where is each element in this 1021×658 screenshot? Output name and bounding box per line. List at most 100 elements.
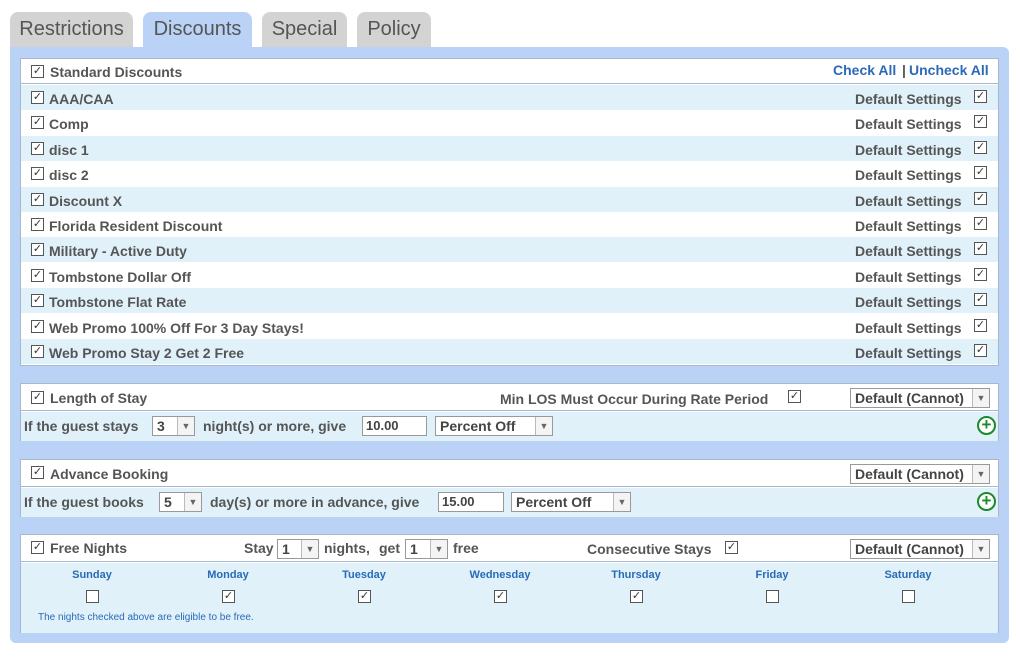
standard-discounts-checkbox[interactable]: ✓ (31, 65, 44, 78)
discount-checkbox[interactable]: ✓ (31, 268, 44, 282)
los-type-select[interactable]: Percent Off ▼ (435, 416, 553, 436)
min-los-checkbox[interactable]: ✓ (788, 390, 801, 403)
day-checkbox-friday[interactable] (766, 590, 779, 603)
discount-row: ✓ Comp Default Settings ✓ (21, 110, 998, 135)
default-settings-label: Default Settings (855, 345, 962, 361)
discount-checkbox[interactable]: ✓ (31, 243, 44, 257)
get-nights-value: 1 (410, 541, 418, 557)
day-label-wednesday: Wednesday (469, 569, 531, 581)
default-settings-checkbox[interactable]: ✓ (974, 293, 987, 307)
default-settings-checkbox[interactable]: ✓ (974, 217, 987, 230)
default-settings-checkbox[interactable]: ✓ (974, 115, 987, 129)
get-nights-select[interactable]: 1 ▼ (405, 539, 448, 559)
discount-label: disc 1 (49, 141, 89, 158)
free-label: free (453, 540, 479, 556)
los-nights-value: 3 (157, 418, 165, 434)
default-settings-checkbox[interactable]: ✓ (974, 267, 987, 281)
default-settings-label: Default Settings (855, 91, 962, 107)
day-checkbox-thursday[interactable]: ✓ (630, 590, 643, 603)
discount-checkbox[interactable]: ✓ (31, 116, 44, 130)
discount-row: ✓ disc 2 Default Settings ✓ (21, 161, 998, 186)
discount-checkbox[interactable]: ✓ (31, 218, 44, 231)
los-middle-label: night(s) or more, give (203, 418, 347, 434)
advance-booking-checkbox[interactable]: ✓ (31, 466, 44, 479)
day-checkbox-tuesday[interactable]: ✓ (358, 590, 371, 603)
day-checkbox-monday[interactable]: ✓ (222, 590, 235, 603)
ab-type-select[interactable]: Percent Off ▼ (511, 492, 631, 512)
add-los-rule-icon[interactable]: + (977, 416, 996, 435)
los-type-value: Percent Off (440, 418, 516, 434)
day-checkbox-sunday[interactable] (86, 590, 99, 603)
consecutive-stays-checkbox[interactable]: ✓ (725, 541, 738, 554)
tab-discounts[interactable]: Discounts (143, 12, 252, 50)
tab-special[interactable]: Special (262, 12, 347, 48)
length-of-stay-policy-select[interactable]: Default (Cannot) ▼ (850, 388, 990, 408)
discount-label: Tombstone Dollar Off (49, 268, 192, 285)
default-settings-label: Default Settings (855, 294, 962, 311)
default-settings-checkbox[interactable]: ✓ (974, 140, 987, 154)
day-label-thursday: Thursday (611, 569, 661, 581)
discount-label: Comp (49, 116, 89, 133)
discount-row: ✓ Military - Active Duty Default Settings ✓ (21, 237, 998, 263)
check-all-link[interactable]: Check All (833, 62, 896, 78)
chevron-down-icon: ▼ (430, 540, 447, 558)
discount-row: ✓ Web Promo Stay 2 Get 2 Free Default Sett… (21, 339, 998, 364)
default-settings-label: Default Settings (855, 319, 962, 336)
ab-middle-label: day(s) or more in advance, give (210, 494, 420, 510)
chevron-down-icon: ▼ (972, 540, 989, 558)
los-nights-select[interactable]: 3 ▼ (152, 416, 195, 436)
discount-label: Tombstone Flat Rate (49, 294, 187, 311)
discount-label: Web Promo 100% Off For 3 Day Stays! (49, 319, 304, 336)
default-settings-checkbox[interactable]: ✓ (974, 344, 987, 357)
add-advance-booking-rule-icon[interactable]: + (977, 492, 996, 511)
discount-checkbox[interactable]: ✓ (31, 319, 44, 333)
default-settings-label: Default Settings (855, 116, 962, 133)
los-amount-input[interactable]: 10.00 (362, 416, 427, 436)
advance-booking-header: ✓ Advance Booking Default (Cannot) ▼ (21, 460, 998, 487)
discount-checkbox[interactable]: ✓ (31, 345, 44, 358)
standard-discounts-title: Standard Discounts (50, 64, 183, 80)
discount-checkbox[interactable]: ✓ (31, 192, 44, 206)
free-nights-checkbox[interactable]: ✓ (31, 541, 44, 554)
day-label-monday: Monday (207, 569, 249, 581)
length-of-stay-checkbox[interactable]: ✓ (31, 391, 44, 404)
chevron-down-icon: ▼ (972, 389, 989, 407)
day-label-saturday: Saturday (884, 569, 932, 581)
ab-amount-input[interactable]: 15.00 (438, 492, 504, 512)
ab-days-value: 5 (164, 494, 172, 510)
discount-label: Florida Resident Discount (49, 218, 223, 234)
default-settings-checkbox[interactable]: ✓ (974, 242, 987, 256)
stay-nights-select[interactable]: 1 ▼ (277, 539, 319, 559)
day-checkbox-wednesday[interactable]: ✓ (494, 590, 507, 603)
default-settings-checkbox[interactable]: ✓ (974, 191, 987, 205)
day-checkbox-saturday[interactable] (902, 590, 915, 603)
discount-label: disc 2 (49, 167, 89, 184)
min-los-label: Min LOS Must Occur During Rate Period (500, 391, 769, 407)
default-settings-checkbox[interactable]: ✓ (974, 90, 987, 103)
ab-days-select[interactable]: 5 ▼ (159, 492, 202, 512)
discount-row: ✓ Web Promo 100% Off For 3 Day Stays! Defa… (21, 314, 998, 339)
advance-booking-policy-select[interactable]: Default (Cannot) ▼ (850, 464, 990, 484)
ab-type-value: Percent Off (516, 494, 592, 510)
free-nights-note: The nights checked above are eligible to… (38, 612, 254, 623)
chevron-down-icon: ▼ (177, 417, 194, 435)
discount-checkbox[interactable]: ✓ (31, 91, 44, 104)
uncheck-all-link[interactable]: Uncheck All (909, 62, 989, 78)
tab-policy[interactable]: Policy (357, 12, 431, 48)
chevron-down-icon: ▼ (613, 493, 630, 511)
discount-row: ✓ disc 1 Default Settings ✓ (21, 135, 998, 161)
tab-restrictions[interactable]: Restrictions (10, 12, 133, 48)
free-nights-title: Free Nights (50, 540, 128, 556)
discount-checkbox[interactable]: ✓ (31, 294, 44, 308)
discount-checkbox[interactable]: ✓ (31, 141, 44, 155)
discount-label: AAA/CAA (49, 91, 114, 107)
default-settings-checkbox[interactable]: ✓ (974, 166, 987, 180)
day-label-sunday: Sunday (72, 569, 112, 581)
discount-checkbox[interactable]: ✓ (31, 167, 44, 181)
free-nights-days-area: Sunday Monday ✓ Tuesday ✓ Wednesday ✓ Thursday ✓… (21, 563, 998, 633)
get-label: get (379, 540, 400, 556)
free-nights-policy-value: Default (Cannot) (855, 541, 964, 557)
free-nights-policy-select[interactable]: Default (Cannot) ▼ (850, 539, 990, 559)
chevron-down-icon: ▼ (184, 493, 201, 511)
default-settings-checkbox[interactable]: ✓ (974, 318, 987, 332)
